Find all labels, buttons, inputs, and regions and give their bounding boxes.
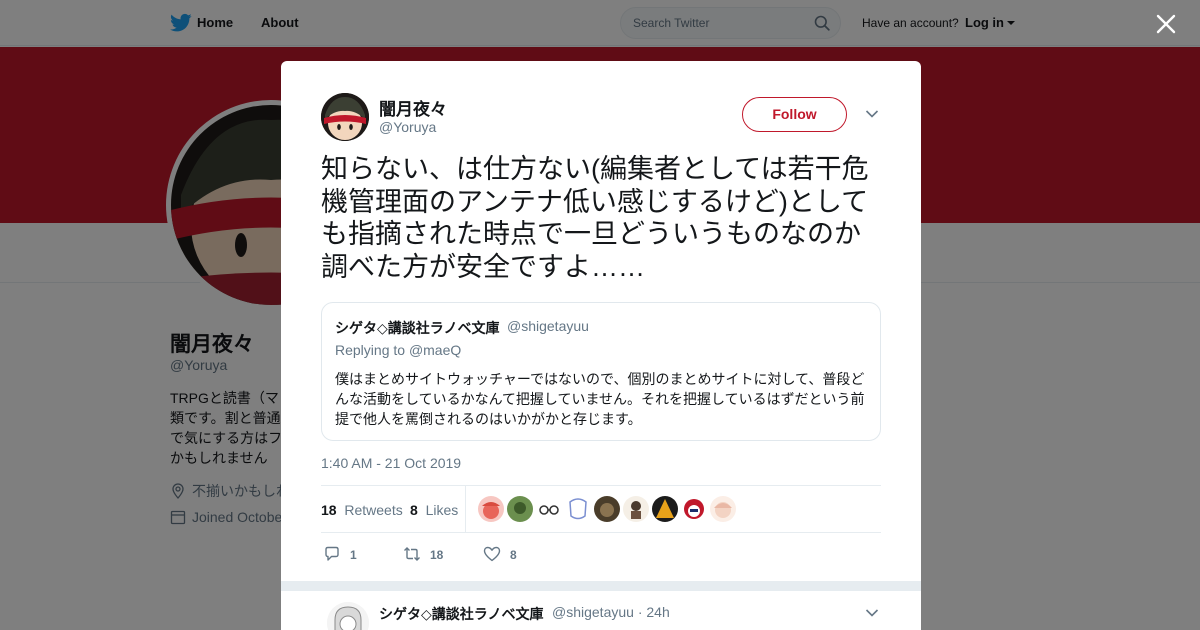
reply-count: 1	[350, 548, 357, 562]
like-button[interactable]: 8	[483, 545, 517, 563]
reply-icon	[325, 546, 339, 561]
retweets-stat[interactable]: 18 Retweets	[321, 502, 403, 518]
author-name[interactable]: 闇月夜々	[379, 95, 447, 120]
quoted-tweet-text: 僕はまとめサイトウォッチャーではないので、個別のまとめサイトに対して、普段どんな…	[335, 371, 865, 427]
liker-avatar[interactable]	[536, 496, 562, 522]
reply-button[interactable]: 1	[323, 545, 357, 563]
replying-to-prefix: Replying to	[335, 342, 409, 358]
quoted-tweet[interactable]: シゲタ◇講談社ラノベ文庫 @shigetayuu Replying to @ma…	[321, 302, 881, 441]
liker-avatar[interactable]	[594, 496, 620, 522]
likes-count: 8	[410, 502, 418, 518]
tweet-text: 知らない、は仕方ない(編集者としては若干危機管理面のアンテナ低い感じするけど)と…	[321, 154, 869, 282]
liker-avatar[interactable]	[507, 496, 533, 522]
retweet-count: 18	[430, 548, 444, 562]
retweet-button[interactable]: 18	[403, 545, 443, 563]
likes-label: Likes	[425, 502, 459, 518]
reply-author-name[interactable]: シゲタ◇講談社ラノベ文庫	[379, 604, 544, 624]
author-avatar-illustration	[321, 93, 369, 141]
author-handle[interactable]: @Yoruya	[379, 119, 436, 135]
reply-handle-text: @shigetayuu	[552, 604, 634, 620]
heart-icon	[483, 546, 501, 562]
likes-stat[interactable]: 8 Likes	[410, 502, 458, 518]
liker-avatar[interactable]	[623, 496, 649, 522]
reply-avatar-illustration	[327, 602, 369, 630]
tweet-modal: 闇月夜々 @Yoruya Follow 知らない、は仕方ない(編集者としては若干…	[281, 61, 921, 630]
reply-author-avatar[interactable]	[327, 602, 369, 630]
liker-avatar[interactable]	[681, 496, 707, 522]
tweet-timestamp[interactable]: 1:40 AM - 21 Oct 2019	[321, 455, 461, 471]
chevron-down-icon[interactable]	[865, 608, 879, 618]
close-icon[interactable]	[1154, 12, 1178, 36]
quoted-author-name: シゲタ◇講談社ラノベ文庫	[335, 320, 500, 336]
like-count: 8	[510, 548, 517, 562]
follow-button[interactable]: Follow	[742, 97, 847, 132]
stats-divider	[465, 486, 466, 532]
liker-avatar[interactable]	[478, 496, 504, 522]
retweets-count: 18	[321, 502, 337, 518]
liker-avatar[interactable]	[710, 496, 736, 522]
tweet-stats: 18 Retweets 8 Likes	[321, 485, 881, 533]
replying-to: Replying to @maeQ	[335, 342, 461, 358]
retweets-label: Retweets	[344, 502, 403, 518]
liker-avatar[interactable]	[652, 496, 678, 522]
replying-to-link[interactable]: @maeQ	[409, 342, 461, 358]
retweet-icon	[404, 547, 420, 561]
chevron-down-icon[interactable]	[865, 109, 879, 119]
author-avatar[interactable]	[321, 93, 369, 141]
reply-author-handle[interactable]: @shigetayuu · 24h	[552, 604, 670, 620]
liker-avatar[interactable]	[565, 496, 591, 522]
tweet-actions: 1 18 8	[321, 541, 881, 567]
quoted-author-handle: @shigetayuu	[507, 318, 589, 334]
reply-time[interactable]: · 24h	[638, 604, 670, 620]
replies-divider	[281, 581, 921, 591]
